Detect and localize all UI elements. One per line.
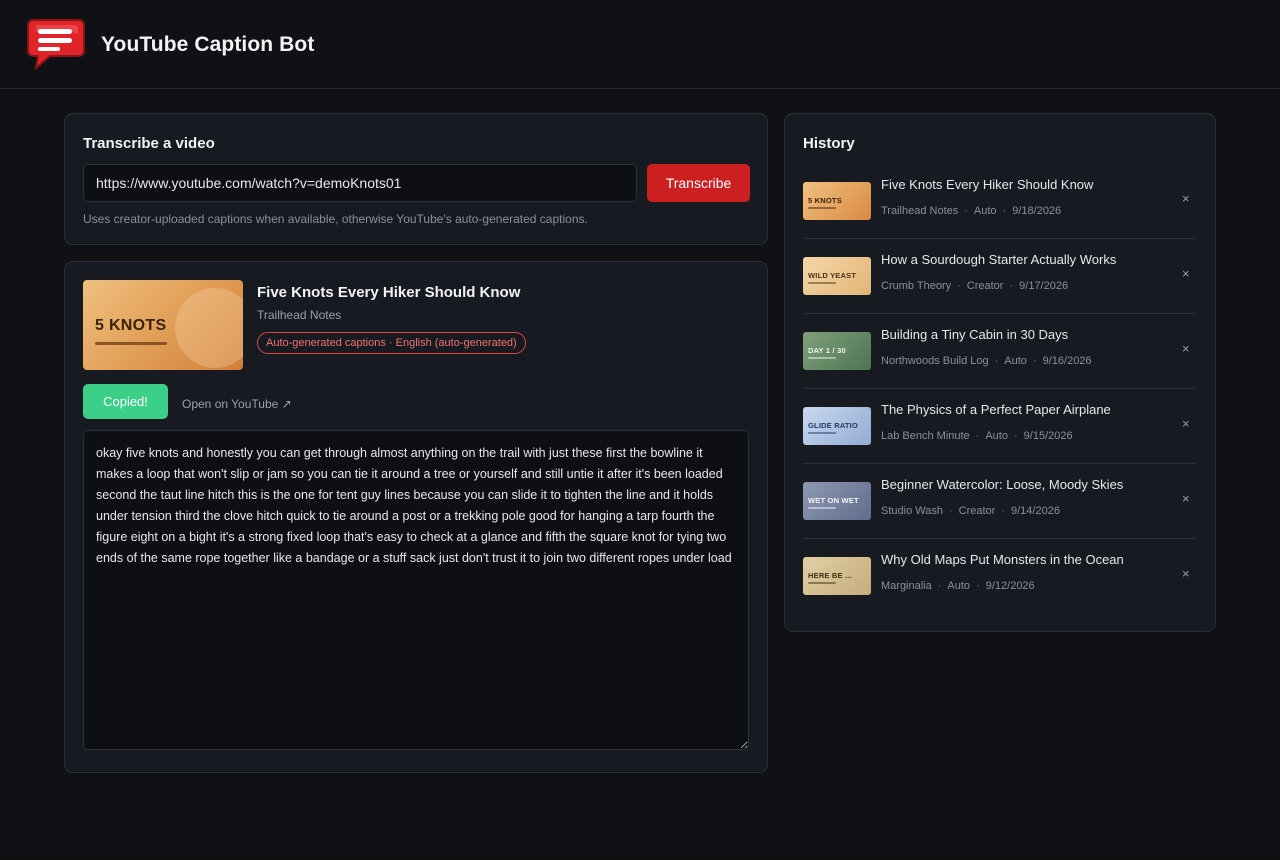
chat-bubble-lines-icon	[27, 19, 85, 71]
close-icon[interactable]: ×	[1182, 566, 1190, 581]
history-thumbnail: WILD YEAST	[803, 257, 871, 295]
meta-separator: ·	[957, 280, 961, 292]
history-item-meta: Northwoods Build Log · Auto · 9/16/2026	[881, 355, 1092, 367]
history-list: 5 KNOTS Five Knots Every Hiker Should Kn…	[803, 164, 1196, 614]
history-item-date: 9/18/2026	[1012, 205, 1062, 217]
history-item-date: 9/16/2026	[1042, 355, 1092, 367]
meta-separator: ·	[1001, 505, 1005, 517]
history-item-meta: Crumb Theory · Creator · 9/17/2026	[881, 280, 1068, 292]
history-item[interactable]: WILD YEAST How a Sourdough Starter Actua…	[803, 239, 1196, 314]
history-item[interactable]: 5 KNOTS Five Knots Every Hiker Should Kn…	[803, 164, 1196, 239]
transcript-textarea[interactable]: okay five knots and honestly you can get…	[83, 430, 749, 750]
history-item-title: Why Old Maps Put Monsters in the Ocean	[881, 552, 1124, 567]
history-panel: History 5 KNOTS Five Knots Every Hiker S…	[784, 113, 1216, 632]
history-item-date: 9/17/2026	[1019, 280, 1069, 292]
history-item[interactable]: WET ON WET Beginner Watercolor: Loose, M…	[803, 464, 1196, 539]
history-thumbnail-text: WILD YEAST	[808, 271, 857, 280]
history-item-meta: Trailhead Notes · Auto · 9/18/2026	[881, 205, 1061, 217]
app-title: YouTube Caption Bot	[101, 33, 315, 56]
history-item-date: 9/15/2026	[1023, 430, 1073, 442]
open-on-youtube-link[interactable]: Open on YouTube ↗	[182, 397, 292, 411]
history-item-title: Beginner Watercolor: Loose, Moody Skies	[881, 477, 1124, 492]
meta-separator: ·	[994, 355, 999, 367]
caption-source-hint: Uses creator-uploaded captions when avai…	[83, 212, 588, 226]
history-item-channel: Crumb Theory	[881, 280, 952, 292]
transcribe-panel: Transcribe a video Transcribe Uses creat…	[64, 113, 768, 245]
history-thumbnail-underline	[808, 282, 836, 284]
history-thumbnail: 5 KNOTS	[803, 182, 871, 220]
history-thumbnail-text: GLIDE RATIO	[808, 421, 858, 430]
transcribe-button[interactable]: Transcribe	[647, 164, 750, 202]
history-thumbnail-underline	[808, 507, 836, 509]
history-item-source: Auto	[947, 580, 971, 592]
meta-separator: ·	[1032, 355, 1037, 367]
history-thumbnail-text: WET ON WET	[808, 496, 859, 505]
history-thumbnail-text: 5 KNOTS	[808, 196, 842, 205]
video-channel: Trailhead Notes	[257, 308, 342, 322]
history-item[interactable]: DAY 1 / 30 Building a Tiny Cabin in 30 D…	[803, 314, 1196, 389]
history-item-source: Auto	[1004, 355, 1027, 367]
history-heading: History	[803, 135, 855, 152]
history-item-title: Building a Tiny Cabin in 30 Days	[881, 327, 1069, 342]
history-item-meta: Lab Bench Minute · Auto · 9/15/2026	[881, 430, 1073, 442]
copy-transcript-button[interactable]: Copied!	[83, 384, 168, 419]
history-item-channel: Northwoods Build Log	[881, 355, 989, 367]
meta-separator: ·	[937, 580, 942, 592]
meta-separator: ·	[964, 205, 968, 217]
history-thumbnail-text: DAY 1 / 30	[808, 346, 846, 355]
close-icon[interactable]: ×	[1182, 191, 1190, 206]
video-thumbnail[interactable]: 5 KNOTS	[83, 280, 243, 370]
history-item-channel: Trailhead Notes	[881, 205, 959, 217]
history-thumbnail-underline	[808, 357, 836, 359]
history-item-source: Creator	[958, 505, 996, 517]
meta-separator: ·	[1013, 430, 1018, 442]
meta-separator: ·	[948, 505, 953, 517]
meta-separator: ·	[1009, 280, 1014, 292]
caption-type-badge: Auto-generated captions · English (auto-…	[257, 332, 526, 354]
close-icon[interactable]: ×	[1182, 266, 1190, 281]
history-thumbnail: DAY 1 / 30	[803, 332, 871, 370]
close-icon[interactable]: ×	[1182, 491, 1190, 506]
history-item-title: Five Knots Every Hiker Should Know	[881, 177, 1094, 192]
top-bar: YouTube Caption Bot	[0, 0, 1280, 89]
meta-separator: ·	[975, 430, 980, 442]
thumbnail-underline	[95, 342, 167, 345]
history-thumbnail: WET ON WET	[803, 482, 871, 520]
thumbnail-decoration	[175, 288, 243, 368]
history-item-channel: Studio Wash	[881, 505, 943, 517]
history-item[interactable]: HERE BE ... Why Old Maps Put Monsters in…	[803, 539, 1196, 614]
history-item-meta: Marginalia · Auto · 9/12/2026	[881, 580, 1035, 592]
thumbnail-text: 5 KNOTS	[95, 317, 167, 334]
history-item[interactable]: GLIDE RATIO The Physics of a Perfect Pap…	[803, 389, 1196, 464]
video-result-panel: 5 KNOTS Five Knots Every Hiker Should Kn…	[64, 261, 768, 773]
meta-separator: ·	[976, 580, 980, 592]
history-item-source: Auto	[985, 430, 1008, 442]
video-url-input[interactable]	[83, 164, 637, 202]
close-icon[interactable]: ×	[1182, 341, 1190, 356]
close-icon[interactable]: ×	[1182, 416, 1190, 431]
meta-separator: ·	[1002, 205, 1007, 217]
history-item-title: How a Sourdough Starter Actually Works	[881, 252, 1117, 267]
history-item-source: Auto	[973, 205, 997, 217]
history-thumbnail-underline	[808, 582, 836, 584]
history-thumbnail-underline	[808, 207, 836, 209]
transcribe-heading: Transcribe a video	[83, 135, 215, 152]
video-title: Five Knots Every Hiker Should Know	[257, 284, 521, 301]
history-item-channel: Marginalia	[881, 580, 932, 592]
history-item-date: 9/12/2026	[985, 580, 1035, 592]
history-thumbnail: GLIDE RATIO	[803, 407, 871, 445]
history-item-source: Creator	[966, 280, 1004, 292]
history-thumbnail-text: HERE BE ...	[808, 571, 852, 580]
history-thumbnail-underline	[808, 432, 836, 434]
history-item-meta: Studio Wash · Creator · 9/14/2026	[881, 505, 1060, 517]
history-item-channel: Lab Bench Minute	[881, 430, 970, 442]
history-item-title: The Physics of a Perfect Paper Airplane	[881, 402, 1111, 417]
history-thumbnail: HERE BE ...	[803, 557, 871, 595]
history-item-date: 9/14/2026	[1011, 505, 1060, 517]
